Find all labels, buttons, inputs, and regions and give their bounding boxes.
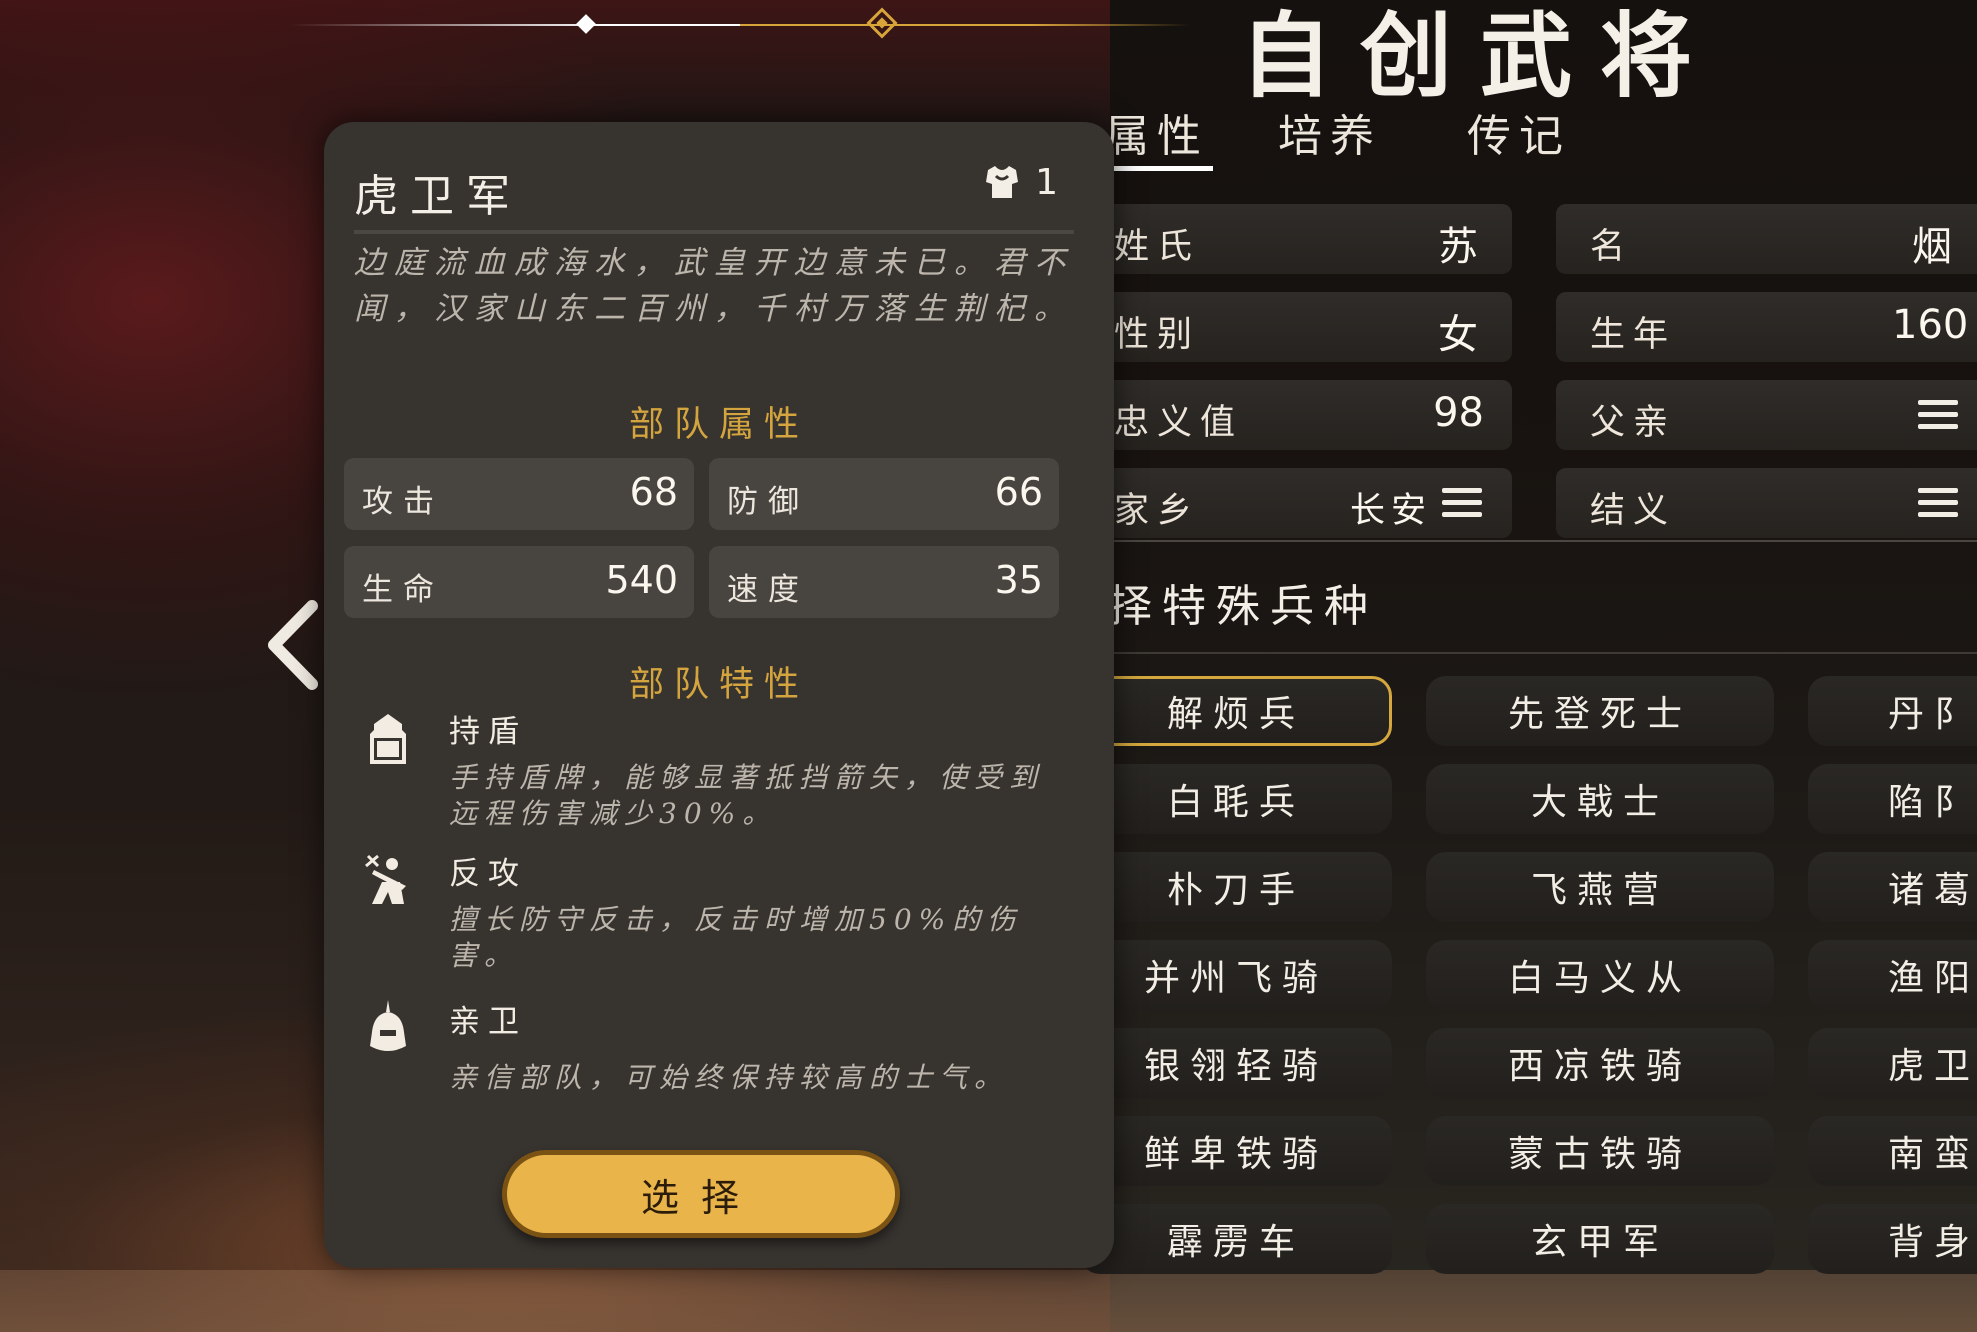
unit-button[interactable]: 朴刀手 — [1080, 852, 1392, 922]
unit-detail-panel: 虎卫军 1 边庭流血成海水，武皇开边意未已。君不闻，汉家山东二百州，千村万落生荆… — [324, 122, 1114, 1268]
attr-surname[interactable]: 姓氏 苏 — [1100, 204, 1512, 274]
unit-name: 虎卫军 — [354, 171, 522, 222]
menu-icon[interactable] — [1442, 488, 1482, 518]
attr-hometown[interactable]: 家乡 长安 — [1100, 468, 1512, 538]
unit-button[interactable]: 先登死士 — [1426, 676, 1774, 746]
attr-father[interactable]: 父亲 — [1556, 380, 1977, 450]
stat-defense: 防御 66 — [709, 458, 1059, 530]
helmet-icon — [370, 1000, 406, 1051]
menu-icon[interactable] — [1918, 400, 1958, 430]
trait-name: 持盾 — [449, 714, 527, 750]
stat-attack: 攻击 68 — [344, 458, 694, 530]
trait-description: 亲信部队，可始终保持较高的士气。 — [449, 1061, 1010, 1094]
unit-button[interactable]: 银翎轻骑 — [1080, 1028, 1392, 1098]
trait-description: 擅长防守反击，反击时增加50%的伤害。 — [449, 903, 1023, 972]
unit-button[interactable]: 陷阝 — [1808, 764, 1977, 834]
unit-count: 1 — [1035, 162, 1058, 203]
unit-button[interactable]: 虎卫 — [1808, 1028, 1977, 1098]
divider — [354, 230, 1074, 234]
menu-icon[interactable] — [1918, 488, 1958, 518]
unit-button-jiefan[interactable]: 解烦兵 — [1080, 676, 1392, 746]
divider — [1110, 540, 1977, 542]
attr-gender[interactable]: 性别 女 — [1100, 292, 1512, 362]
unit-button[interactable]: 玄甲军 — [1426, 1204, 1774, 1274]
attr-birth-year[interactable]: 生年 160 — [1556, 292, 1977, 362]
unit-poem: 边庭流血成海水，武皇开边意未已。君不闻，汉家山东二百州，千村万落生荆杞。 — [354, 245, 1074, 327]
trait-name: 反攻 — [449, 856, 527, 892]
unit-button[interactable]: 鲜卑铁骑 — [1080, 1116, 1392, 1186]
page-title: 自创武将 — [1240, 2, 1721, 110]
unit-attributes-heading: 部队属性 — [628, 405, 809, 445]
tab-training[interactable]: 培养 — [1278, 100, 1382, 164]
divider — [1110, 652, 1977, 654]
unit-button[interactable]: 霹雳车 — [1080, 1204, 1392, 1274]
top-ornament — [290, 7, 1190, 39]
counterattack-icon — [365, 854, 406, 904]
attr-loyalty: 忠义值 98 — [1100, 380, 1512, 450]
armor-icon — [986, 166, 1018, 198]
special-unit-heading: 择特殊兵种 — [1108, 581, 1378, 632]
attr-sworn-siblings[interactable]: 结义 — [1556, 468, 1977, 538]
tab-biography[interactable]: 传记 — [1467, 100, 1571, 164]
select-button[interactable]: 选择 — [502, 1150, 900, 1238]
ornament-diamond-white — [576, 14, 596, 34]
unit-button[interactable]: 大戟士 — [1426, 764, 1774, 834]
trait-description: 手持盾牌，能够显著抵挡箭矢，使受到远程伤害减少30%。 — [449, 761, 1045, 830]
trait-name: 亲卫 — [449, 1004, 527, 1040]
unit-button[interactable]: 丹阝 — [1808, 676, 1977, 746]
shield-icon — [370, 714, 406, 764]
attr-given-name[interactable]: 名 烟 — [1556, 204, 1977, 274]
unit-button[interactable]: 飞燕营 — [1426, 852, 1774, 922]
unit-button[interactable]: 白毦兵 — [1080, 764, 1392, 834]
unit-button[interactable]: 背身 — [1808, 1204, 1977, 1274]
unit-button[interactable]: 南蛮 — [1808, 1116, 1977, 1186]
unit-button[interactable]: 白马义从 — [1426, 940, 1774, 1010]
stat-health: 生命 540 — [344, 546, 694, 618]
stat-speed: 速度 35 — [709, 546, 1059, 618]
unit-button[interactable]: 蒙古铁骑 — [1426, 1116, 1774, 1186]
unit-button[interactable]: 并州飞骑 — [1080, 940, 1392, 1010]
floor-background — [0, 1270, 1977, 1332]
unit-traits-heading: 部队特性 — [628, 665, 809, 705]
back-arrow-icon[interactable] — [262, 600, 322, 690]
unit-button[interactable]: 诸葛 — [1808, 852, 1977, 922]
unit-button[interactable]: 渔阳 — [1808, 940, 1977, 1010]
unit-button[interactable]: 西凉铁骑 — [1426, 1028, 1774, 1098]
tab-attributes[interactable]: 属性 — [1105, 100, 1213, 171]
